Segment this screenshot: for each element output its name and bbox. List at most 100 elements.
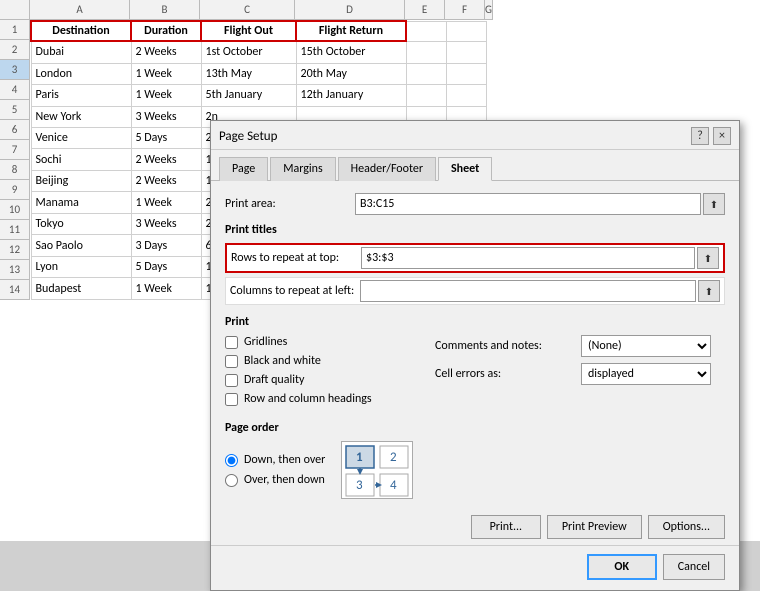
dialog-title: Page Setup [219,129,277,144]
dialog-help-button[interactable]: ? [691,127,709,145]
svg-text:2: 2 [390,450,397,465]
cell-errors-label: Cell errors as: [435,367,575,381]
col-duration: Duration [131,21,201,41]
table-row: Dubai2 Weeks1st October15th October [31,41,486,63]
print-section: Print Gridlines Black and white Draft qu… [225,315,725,411]
row-num-12: 12 [0,240,30,260]
row-col-headings-row: Row and column headings [225,392,425,406]
cancel-button[interactable]: Cancel [663,554,725,580]
row-num-1: 1 [0,20,30,40]
dialog-controls: ? × [691,127,731,145]
over-then-down-label: Over, then down [244,473,325,487]
cols-repeat-row: Columns to repeat at left: ⬆ [225,277,725,305]
print-label: Print [225,315,725,329]
rows-repeat-label: Rows to repeat at top: [231,251,361,265]
page-setup-dialog: Page Setup ? × Page Margins Header/Foote… [210,120,740,591]
draft-quality-row: Draft quality [225,373,425,387]
print-button[interactable]: Print... [471,515,541,539]
blackwhite-row: Black and white [225,354,425,368]
black-white-checkbox[interactable] [225,355,238,368]
cols-repeat-collapse-btn[interactable]: ⬆ [698,280,720,302]
col-header-a: A [30,0,130,20]
gridlines-label: Gridlines [244,335,287,349]
row-num-9: 9 [0,180,30,200]
col-header-c: C [200,0,295,20]
print-area-row: Print area: ⬆ [225,193,725,215]
gridlines-row: Gridlines [225,335,425,349]
print-titles-section: Print titles Rows to repeat at top: ⬆ Co… [225,223,725,305]
cols-repeat-input[interactable] [360,280,696,302]
page-order-label: Page order [225,421,725,435]
draft-quality-checkbox[interactable] [225,374,238,387]
page-order-inner: Down, then over Over, then down [225,441,725,499]
row-num-5: 5 [0,100,30,120]
col-flight-return: Flight Return [296,21,406,41]
table-row: London1 Week13th May20th May [31,63,486,84]
table-row: Paris1 Week5th January12th January [31,85,486,106]
cell-errors-row: Cell errors as: displayed [435,363,711,385]
comments-label: Comments and notes: [435,339,575,353]
page-order-svg: 1 2 3 4 [342,442,414,500]
draft-quality-label: Draft quality [244,373,304,387]
col-header-b: B [130,0,200,20]
row-num-2: 2 [0,40,30,60]
cell-errors-select[interactable]: displayed [581,363,711,385]
over-then-down-radio[interactable] [225,474,238,487]
radio-group: Down, then over Over, then down [225,453,325,487]
page-order-diagram: 1 2 3 4 [341,441,413,499]
row-num-10: 10 [0,200,30,220]
tab-sheet[interactable]: Sheet [438,157,492,181]
col-f [446,21,486,41]
rows-repeat-input[interactable] [361,247,695,269]
svg-text:4: 4 [390,478,397,493]
comments-select[interactable]: (None) [581,335,711,357]
down-then-over-radio[interactable] [225,454,238,467]
col-header-d: D [295,0,405,20]
col-destination: Destination [31,21,131,41]
col-header-g: G [485,0,493,20]
down-then-over-row: Down, then over [225,453,325,467]
tab-page[interactable]: Page [219,157,268,181]
row-num-header [0,0,30,20]
print-preview-button[interactable]: Print Preview [547,515,642,539]
svg-text:3: 3 [356,478,363,493]
col-header-f: F [445,0,485,20]
dialog-close-button[interactable]: × [713,127,731,145]
tab-margins[interactable]: Margins [270,157,335,181]
checkboxes-group: Gridlines Black and white Draft quality … [225,335,425,411]
black-white-label: Black and white [244,354,321,368]
col-e [406,21,446,41]
row-num-13: 13 [0,260,30,280]
col-header-e: E [405,0,445,20]
row-num-3: 3 [0,60,30,80]
rows-repeat-collapse-btn[interactable]: ⬆ [697,247,719,269]
page-order-section: Page order Down, then over Over, then do… [225,421,725,499]
col-flight-out: Flight Out [201,21,296,41]
rows-repeat-row: Rows to repeat at top: ⬆ [225,243,725,273]
cols-repeat-label: Columns to repeat at left: [230,284,360,298]
dialog-footer: OK Cancel [211,545,739,590]
row-num-11: 11 [0,220,30,240]
dialog-content: Print area: ⬆ Print titles Rows to repea… [211,181,739,511]
comments-row: Comments and notes: (None) [435,335,711,357]
row-num-8: 8 [0,160,30,180]
print-area-label: Print area: [225,197,355,211]
comments-errors-group: Comments and notes: (None) Cell errors a… [435,335,711,411]
over-then-down-row: Over, then down [225,473,325,487]
print-titles-label: Print titles [225,223,725,237]
print-area-collapse-btn[interactable]: ⬆ [703,193,725,215]
gridlines-checkbox[interactable] [225,336,238,349]
print-area-input[interactable] [355,193,701,215]
row-num-7: 7 [0,140,30,160]
dialog-tabs: Page Margins Header/Footer Sheet [211,150,739,181]
options-button[interactable]: Options... [648,515,725,539]
row-num-14: 14 [0,280,30,300]
row-num-6: 6 [0,120,30,140]
dialog-footer-top: Print... Print Preview Options... [211,511,739,539]
down-then-over-label: Down, then over [244,453,325,467]
dialog-titlebar: Page Setup ? × [211,121,739,150]
row-col-headings-label: Row and column headings [244,392,372,406]
row-col-headings-checkbox[interactable] [225,393,238,406]
tab-headerfooter[interactable]: Header/Footer [338,157,436,181]
ok-button[interactable]: OK [587,554,657,580]
